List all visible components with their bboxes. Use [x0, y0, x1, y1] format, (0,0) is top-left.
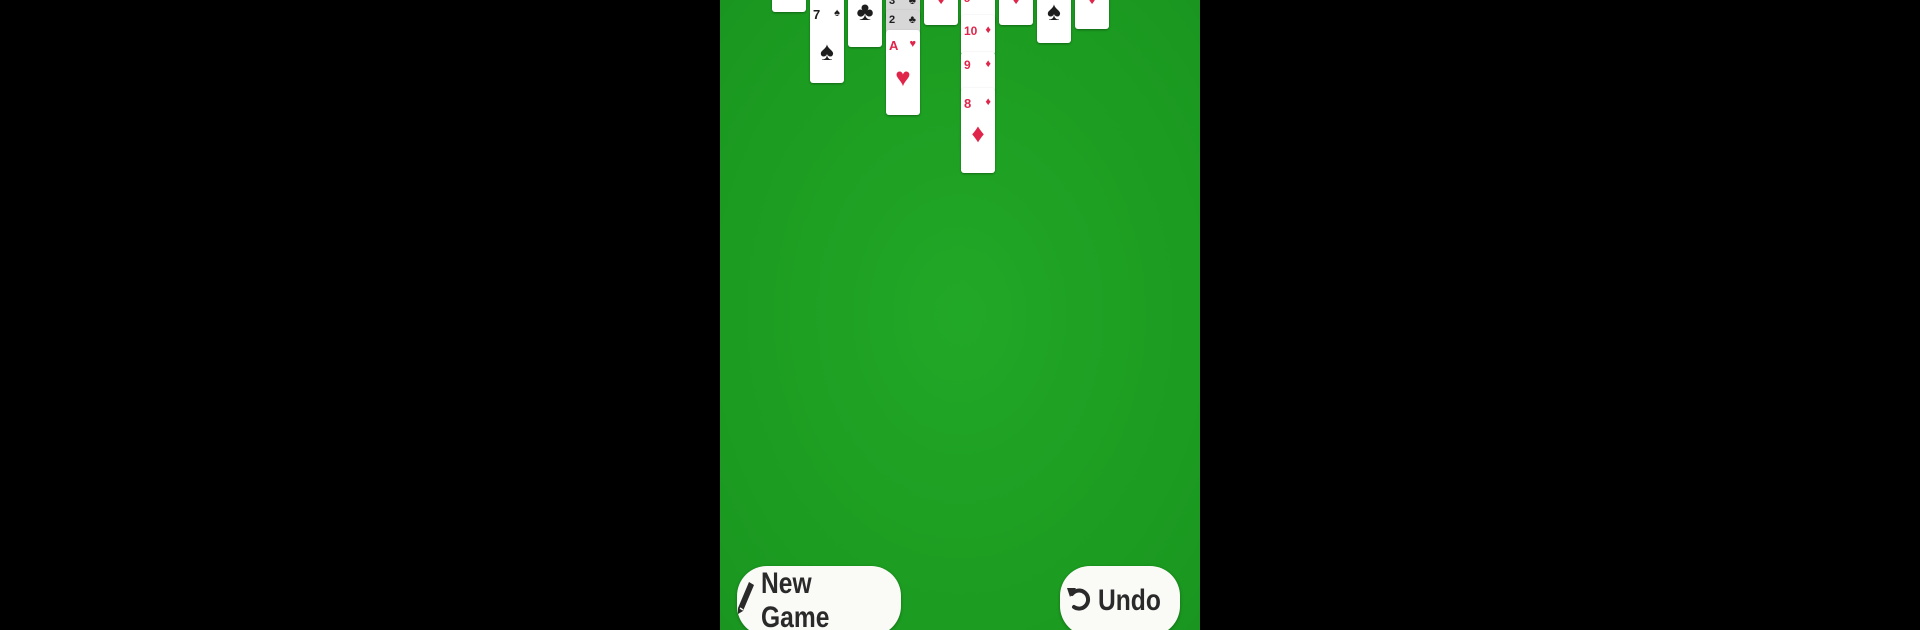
card-10-diamonds[interactable]: 10 ♦	[961, 15, 995, 55]
spade-icon: ♠	[834, 7, 840, 19]
diamond-icon: ♦	[985, 96, 991, 108]
heart-icon: ♥	[895, 62, 911, 92]
game-table: 7 ♠ ♠ ♣ 3 ♣ 2 ♣ A ♥ ♥ ♦ 5 10 ♦ 9 ♦ 8 ♦ ♦	[720, 0, 1200, 630]
card-diamond-2[interactable]: ♦	[999, 0, 1033, 25]
card-8-diamonds[interactable]: 8 ♦ ♦	[961, 88, 995, 173]
card-diamond-3[interactable]: ♦	[1075, 0, 1109, 29]
card-club[interactable]: ♣	[848, 0, 882, 47]
diamond-icon: ♦	[985, 58, 991, 70]
card-7-spades[interactable]: 7 ♠ ♠	[810, 0, 844, 83]
card-rank: 9	[964, 58, 971, 72]
diamond-icon: ♦	[1012, 0, 1020, 7]
diamond-icon: ♦	[1088, 0, 1096, 7]
undo-icon	[1066, 583, 1092, 620]
undo-button[interactable]: Undo	[1060, 566, 1180, 630]
undo-label: Undo	[1097, 584, 1161, 617]
card-rank: A	[889, 38, 899, 53]
diamond-icon: ♦	[937, 0, 945, 7]
new-game-button[interactable]: New Game	[737, 566, 901, 630]
card-column-0[interactable]	[772, 0, 806, 12]
card-9-diamonds[interactable]: 9 ♦	[961, 52, 995, 92]
diamond-icon: ♦	[971, 118, 985, 148]
card-diamond[interactable]: ♦	[924, 0, 958, 25]
diamond-icon: ♦	[985, 24, 991, 36]
card-ace-hearts[interactable]: A ♥ ♥	[886, 30, 920, 115]
club-icon: ♣	[856, 0, 874, 26]
club-icon: ♣	[908, 0, 916, 7]
heart-icon: ♥	[909, 38, 916, 50]
card-rank: 10	[964, 24, 978, 38]
new-game-label: New Game	[761, 567, 830, 630]
spade-icon: ♠	[820, 36, 834, 66]
card-spade[interactable]: ♠	[1037, 0, 1071, 43]
card-rank: 5	[964, 0, 970, 5]
spade-icon: ♠	[1047, 0, 1061, 26]
card-rank: 8	[964, 96, 972, 111]
card-rank: 7	[813, 7, 821, 22]
card-rank: 2	[889, 14, 896, 26]
pencil-icon	[737, 581, 755, 622]
club-icon: ♣	[908, 14, 916, 26]
card-rank: 3	[889, 0, 896, 7]
